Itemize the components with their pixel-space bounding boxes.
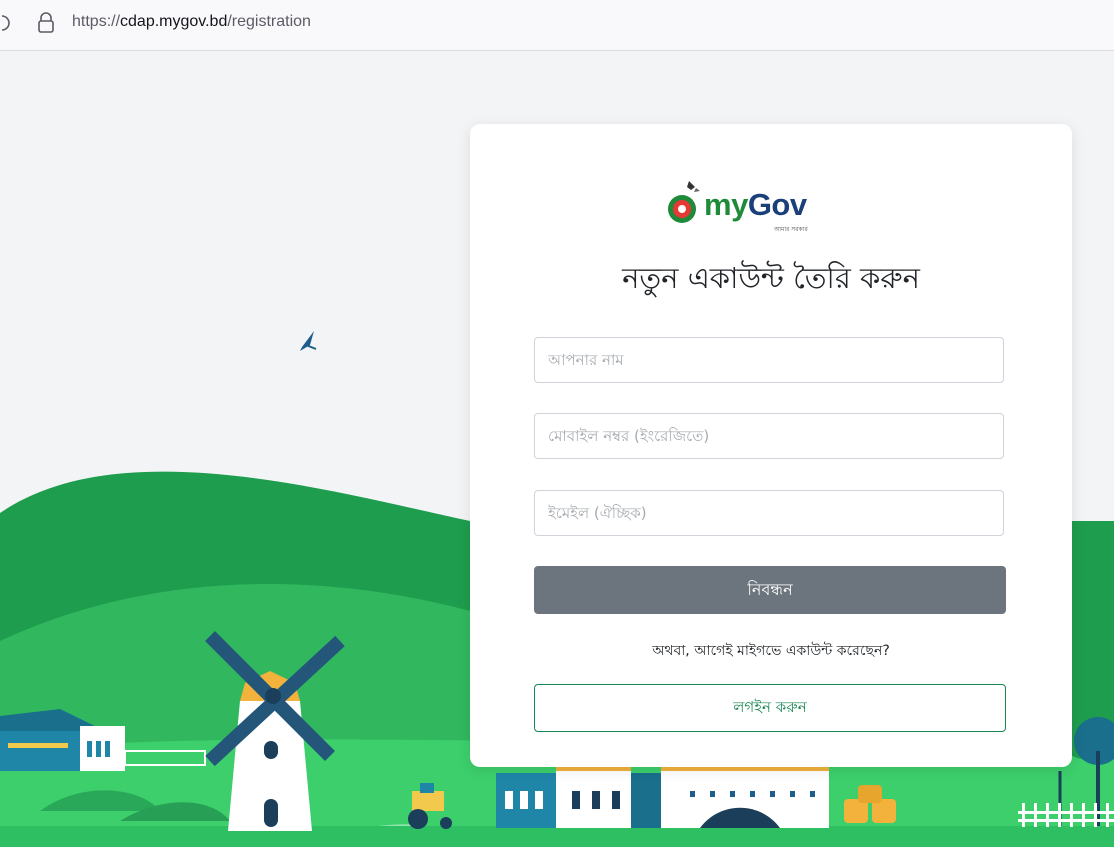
mobile-input[interactable] (534, 413, 1004, 459)
registration-card: myGov আমার সরকার নতুন একাউন্ট তৈরি করুন … (470, 124, 1072, 767)
lock-icon[interactable] (37, 11, 55, 39)
page-content: myGov আমার সরকার নতুন একাউন্ট তৈরি করুন … (0, 51, 1114, 847)
bird-icon (300, 331, 317, 351)
mygov-emblem-icon (668, 181, 700, 223)
brand-name: myGov (704, 189, 807, 221)
grass-strip (0, 826, 1114, 847)
url-prefix: https:// (72, 13, 121, 30)
brand-part-1: my (704, 187, 748, 222)
url-field[interactable]: https://cdap.mygov.bd/registration (72, 13, 311, 31)
reload-icon[interactable] (0, 12, 14, 38)
browser-address-bar: https://cdap.mygov.bd/registration (0, 0, 1114, 51)
brand-tagline: আমার সরকার (774, 226, 808, 233)
name-input[interactable] (534, 337, 1004, 383)
register-button[interactable]: নিবন্ধন (534, 566, 1006, 614)
mygov-logo: myGov আমার সরকার (666, 179, 846, 239)
page-title: নতুন একাউন্ট তৈরি করুন (622, 261, 920, 295)
login-button[interactable]: লগইন করুন (534, 684, 1006, 732)
url-path: /registration (227, 13, 311, 30)
url-host: cdap.mygov.bd (120, 13, 228, 30)
email-input[interactable] (534, 490, 1004, 536)
existing-account-text: অথবা, আগেই মাইগভে একাউন্ট করেছেন? (652, 643, 890, 659)
brand-part-2: Gov (747, 187, 807, 222)
